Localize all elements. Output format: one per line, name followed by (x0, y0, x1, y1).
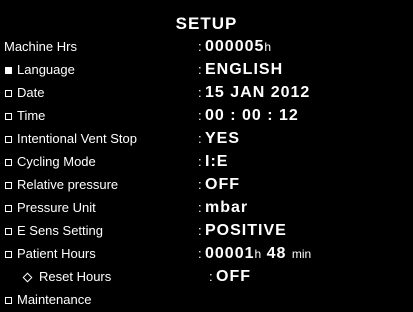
patient-hours-label: Patient Hours (17, 246, 96, 261)
menu-row-reset-hours[interactable]: Reset Hours : OFF (0, 266, 413, 288)
patient-minutes-unit: min (291, 247, 312, 261)
square-icon (5, 181, 12, 189)
relative-pressure-value: OFF (205, 176, 240, 193)
e-sens-setting-label: E Sens Setting (17, 223, 103, 238)
patient-hours-value: 00001h 48 min (205, 243, 311, 265)
machine-hrs-label: Machine Hrs (4, 39, 77, 54)
language-value: ENGLISH (205, 61, 284, 78)
pressure-unit-value: mbar (205, 199, 249, 216)
menu-row-maintenance[interactable]: Maintenance (0, 289, 413, 311)
cycling-mode-value: I:E (205, 153, 229, 170)
menu-row-date[interactable]: Date : 15 JAN 2012 (0, 82, 413, 104)
square-icon (5, 158, 12, 166)
reset-hours-value: OFF (216, 268, 251, 285)
square-icon (5, 135, 12, 143)
separator: : (198, 246, 202, 261)
menu-row-pressure-unit[interactable]: Pressure Unit : mbar (0, 197, 413, 219)
maintenance-label: Maintenance (17, 292, 92, 307)
selected-square-icon (5, 66, 12, 74)
menu-row-relative-pressure[interactable]: Relative pressure : OFF (0, 174, 413, 196)
relative-pressure-label: Relative pressure (17, 177, 119, 192)
square-icon (5, 204, 12, 212)
menu-row-language[interactable]: Language : ENGLISH (0, 59, 413, 81)
square-icon (5, 250, 12, 258)
machine-hrs-value: 000005h (205, 36, 271, 58)
separator: : (198, 39, 202, 54)
menu-row-patient-hours[interactable]: Patient Hours : 00001h 48 min (0, 243, 413, 265)
separator: : (198, 62, 202, 77)
machine-hrs-unit: h (264, 40, 272, 54)
separator: : (209, 269, 213, 284)
menu-row-e-sens-setting[interactable]: E Sens Setting : POSITIVE (0, 220, 413, 242)
cycling-mode-label: Cycling Mode (17, 154, 96, 169)
square-icon (5, 296, 12, 304)
diamond-icon (22, 272, 33, 283)
separator: : (198, 154, 202, 169)
patient-hours-unit: h (254, 247, 262, 261)
separator: : (198, 131, 202, 146)
separator: : (198, 85, 202, 100)
intentional-vent-stop-label: Intentional Vent Stop (17, 131, 137, 146)
separator: : (198, 200, 202, 215)
menu-row-intentional-vent-stop[interactable]: Intentional Vent Stop : YES (0, 128, 413, 150)
machine-hrs-number: 000005 (205, 38, 265, 55)
separator: : (198, 223, 202, 238)
square-icon (5, 89, 12, 97)
menu-row-machine-hrs: Machine Hrs : 000005h (0, 36, 413, 58)
menu-row-cycling-mode[interactable]: Cycling Mode : I:E (0, 151, 413, 173)
reset-hours-label: Reset Hours (39, 269, 112, 284)
language-label: Language (17, 62, 75, 77)
patient-minutes-number: 48 (266, 245, 287, 262)
e-sens-setting-value: POSITIVE (205, 222, 287, 239)
pressure-unit-label: Pressure Unit (17, 200, 96, 215)
patient-hours-number: 00001 (205, 245, 255, 262)
separator: : (198, 108, 202, 123)
separator: : (198, 177, 202, 192)
time-label: Time (17, 108, 46, 123)
setup-title: SETUP (175, 14, 238, 33)
intentional-vent-stop-value: YES (205, 130, 241, 147)
date-label: Date (17, 85, 45, 100)
date-value: 15 JAN 2012 (205, 84, 311, 101)
square-icon (5, 227, 12, 235)
square-icon (5, 112, 12, 120)
menu-row-time[interactable]: Time : 00 : 00 : 12 (0, 105, 413, 127)
time-value: 00 : 00 : 12 (205, 107, 299, 124)
